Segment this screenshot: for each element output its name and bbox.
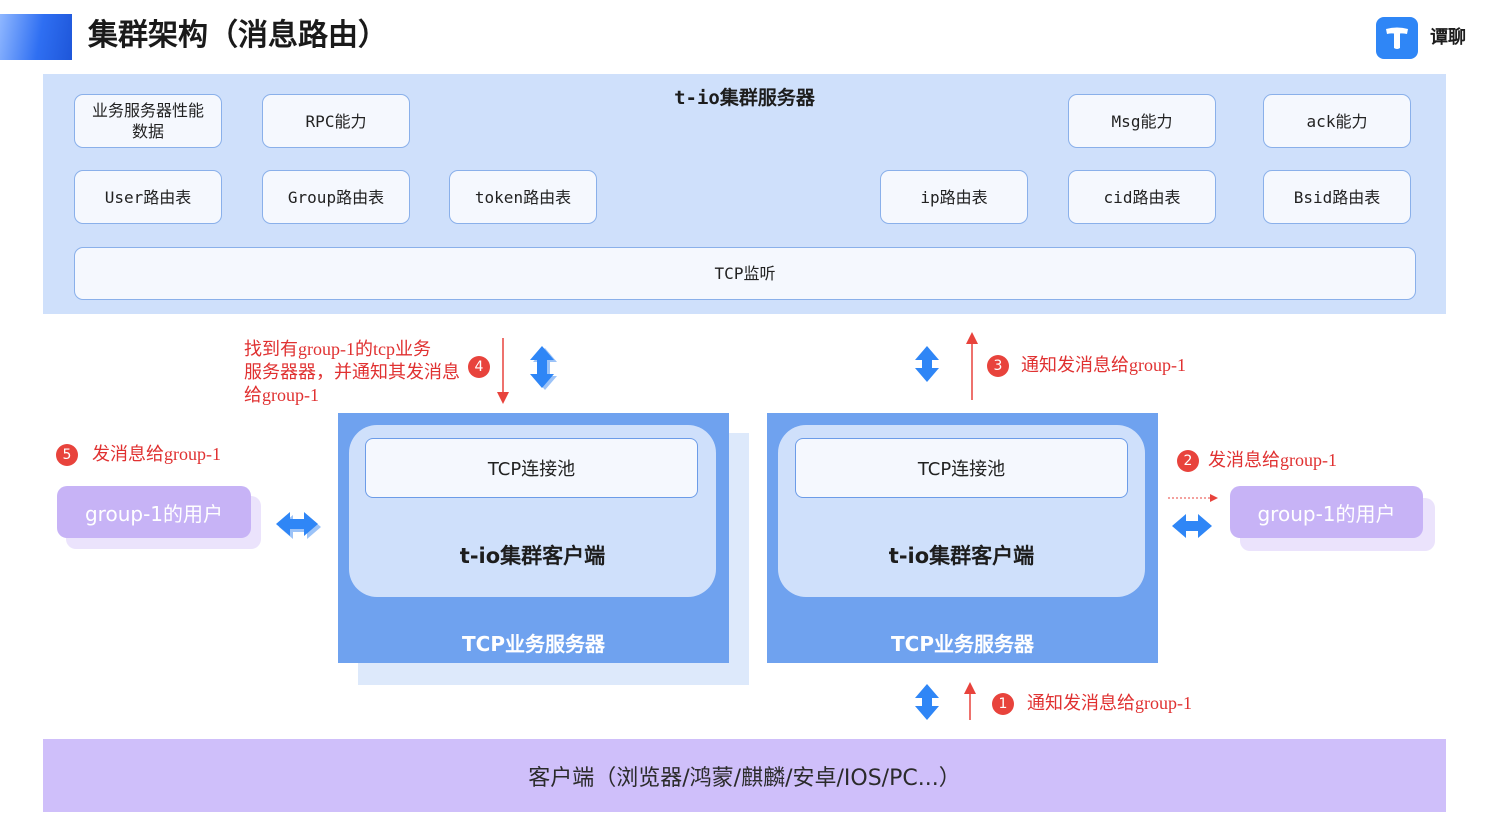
connector-arrows bbox=[276, 332, 1218, 720]
right-client-label: t-io集群客户端 bbox=[888, 544, 1035, 568]
double-arrow-vertical-icon bbox=[915, 346, 939, 382]
step3-note: 通知发消息给group-1 bbox=[1021, 355, 1186, 375]
right-server-label: TCP业务服务器 bbox=[891, 632, 1034, 656]
step1-badge: 1 bbox=[992, 693, 1014, 715]
step4-note: 找到有group-1的tcp业务 服务器器，并通知其发消息 给group-1 bbox=[244, 338, 460, 407]
step4-badge: 4 bbox=[468, 356, 490, 378]
double-arrow-vertical-icon bbox=[530, 346, 557, 390]
step4-line2: 服务器器，并通知其发消息 bbox=[244, 362, 460, 382]
step4-line3: 给group-1 bbox=[244, 385, 319, 405]
step4-line1: 找到有group-1的tcp业务 bbox=[244, 339, 431, 359]
double-arrow-vertical-icon bbox=[915, 684, 939, 720]
step2-badge: 2 bbox=[1177, 450, 1199, 472]
step2-note: 发消息给group-1 bbox=[1208, 450, 1337, 470]
right-group-users: group-1的用户 bbox=[1230, 486, 1423, 538]
clients-bar: 客户端（浏览器/鸿蒙/麒麟/安卓/IOS/PC...） bbox=[43, 739, 1446, 812]
step3-badge: 3 bbox=[987, 355, 1009, 377]
left-group-users: group-1的用户 bbox=[57, 486, 251, 538]
double-arrow-horizontal-icon bbox=[1172, 514, 1212, 538]
left-connection-pool: TCP连接池 bbox=[365, 438, 698, 498]
step5-badge: 5 bbox=[56, 444, 78, 466]
left-client-label: t-io集群客户端 bbox=[459, 544, 606, 568]
left-server-label: TCP业务服务器 bbox=[462, 632, 605, 656]
step1-note: 通知发消息给group-1 bbox=[1027, 693, 1192, 713]
double-arrow-horizontal-icon bbox=[276, 512, 321, 539]
step5-note: 发消息给group-1 bbox=[92, 444, 221, 464]
right-connection-pool: TCP连接池 bbox=[795, 438, 1128, 498]
